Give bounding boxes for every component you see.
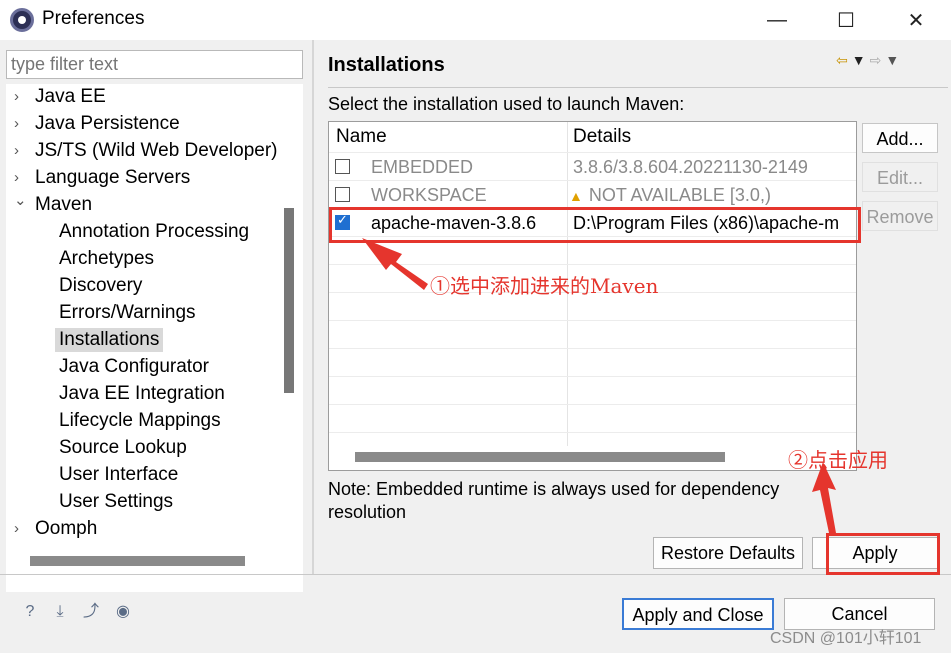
arrow-step1 xyxy=(362,238,428,290)
arrow-step2 xyxy=(812,462,836,533)
annotation-arrows xyxy=(362,238,836,533)
